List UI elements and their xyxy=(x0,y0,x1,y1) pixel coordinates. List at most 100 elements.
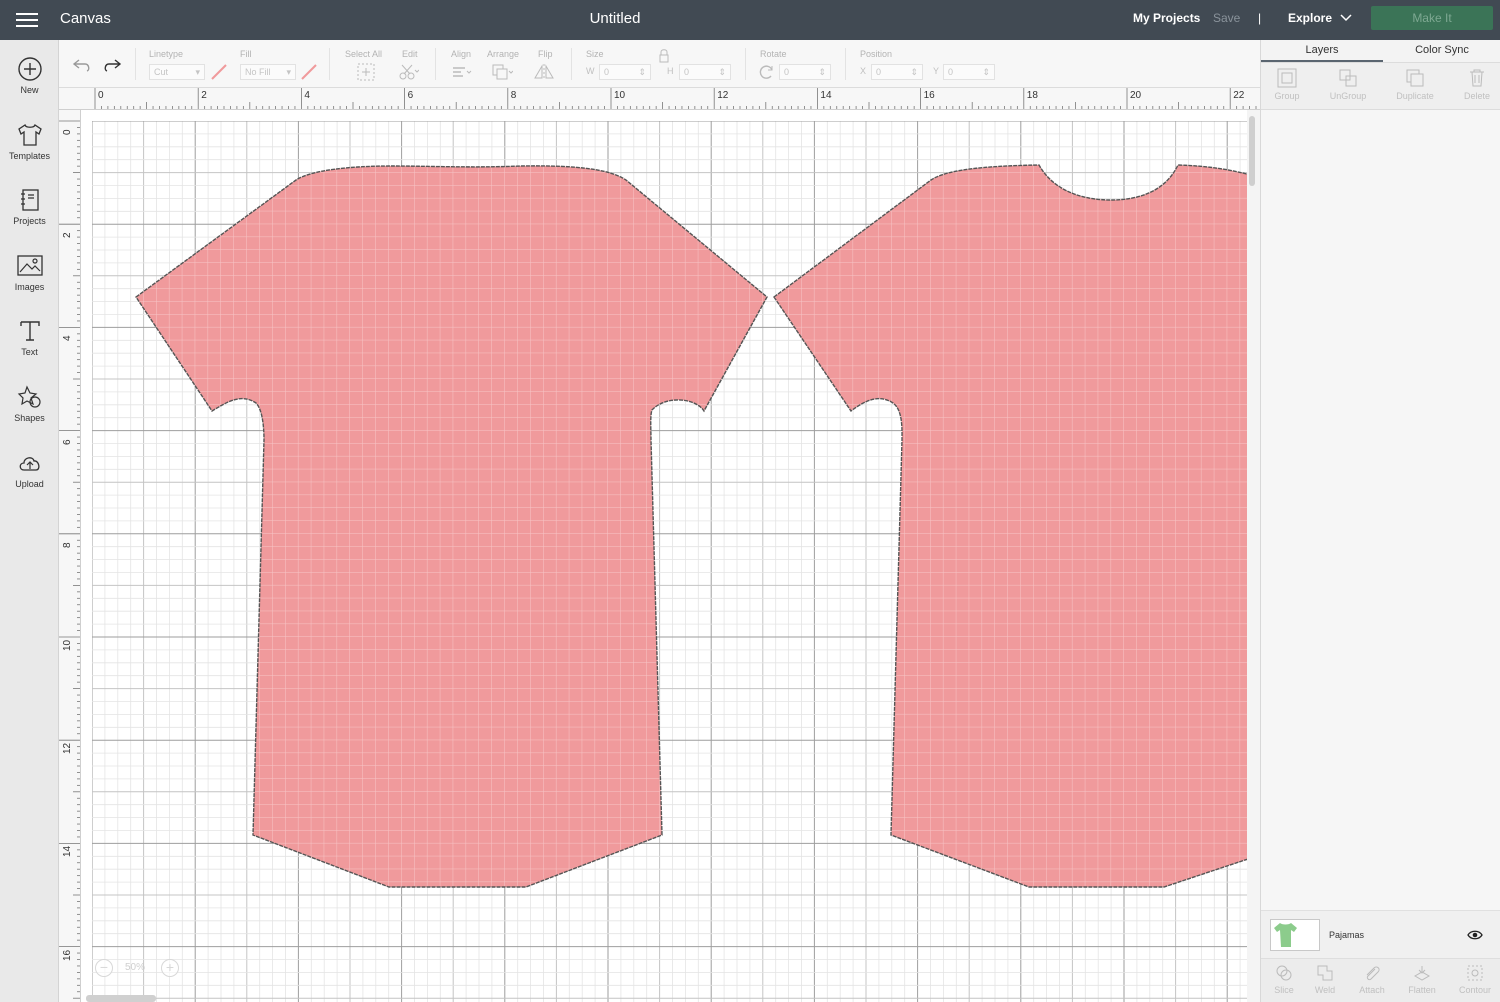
ruler-left-label: 6 xyxy=(62,439,73,445)
design-canvas[interactable] xyxy=(81,110,1247,1002)
ungroup-icon xyxy=(1339,69,1357,87)
ruler-left: 0 2 4 6 8 10 12 14 16 xyxy=(59,110,81,1002)
ruler-left-label: 4 xyxy=(62,335,73,342)
linetype-color-swatch-icon[interactable] xyxy=(209,62,231,82)
linetype-label: Linetype xyxy=(149,49,184,59)
hamburger-menu-icon[interactable] xyxy=(14,9,40,31)
edit-scissors-icon[interactable] xyxy=(397,62,419,82)
y-value: 0 xyxy=(948,67,954,77)
size-label: Size xyxy=(586,49,604,59)
align-label: Align xyxy=(451,49,472,59)
ruler-left-label: 16 xyxy=(62,949,73,961)
y-position-input[interactable]: 0 ⇕ xyxy=(943,64,995,80)
attach-button[interactable]: Attach xyxy=(1349,963,1395,995)
y-label: Y xyxy=(933,66,940,76)
sidebar-item-label: Templates xyxy=(8,151,51,161)
width-input[interactable]: 0 ⇕ xyxy=(599,64,651,80)
undo-icon[interactable] xyxy=(71,54,93,74)
x-value: 0 xyxy=(876,67,882,77)
ruler-left-label: 10 xyxy=(62,639,73,651)
layers-list-area xyxy=(1261,110,1500,910)
stepper-icon: ⇕ xyxy=(910,67,918,77)
group-label: Group xyxy=(1274,91,1300,101)
stepper-icon: ⇕ xyxy=(982,67,990,77)
contour-button[interactable]: Contour xyxy=(1452,963,1498,995)
ruler-top-label: 0 xyxy=(98,90,104,101)
vertical-scrollbar[interactable] xyxy=(1247,110,1260,1002)
group-button[interactable]: Group xyxy=(1257,67,1317,107)
sidebar-item-text[interactable]: Text xyxy=(0,318,59,374)
explore-menu[interactable]: Explore xyxy=(1288,11,1332,25)
weld-button[interactable]: Weld xyxy=(1302,963,1348,995)
layer-name: Pajamas xyxy=(1329,930,1365,940)
image-icon xyxy=(16,255,43,276)
duplicate-icon xyxy=(1406,69,1424,87)
rotate-input[interactable]: 0 ⇕ xyxy=(779,64,831,80)
layer-item[interactable]: Pajamas xyxy=(1261,910,1500,958)
tshirt-icon xyxy=(17,123,42,146)
edit-label: Edit xyxy=(402,49,418,59)
align-icon[interactable] xyxy=(451,62,473,82)
ruler-top: 0 2 4 6 8 10 12 14 16 18 20 22 xyxy=(59,88,1260,110)
flatten-label: Flatten xyxy=(1408,985,1436,995)
delete-label: Delete xyxy=(1463,91,1490,101)
flip-icon[interactable] xyxy=(533,62,555,82)
ruler-top-ticks xyxy=(94,88,1257,109)
delete-button[interactable]: Delete xyxy=(1447,67,1500,107)
shirt-front-shape[interactable] xyxy=(135,165,768,888)
ruler-top-label: 18 xyxy=(1026,90,1038,101)
shirt-back-shape[interactable] xyxy=(773,164,1247,888)
my-projects-link[interactable]: My Projects xyxy=(1133,11,1200,25)
fill-color-swatch-icon[interactable] xyxy=(299,62,321,82)
linetype-select[interactable]: Cut ▾ xyxy=(149,64,205,80)
scrollbar-thumb[interactable] xyxy=(1249,116,1255,186)
ruler-top-label: 20 xyxy=(1130,90,1142,101)
select-all-label: Select All xyxy=(345,49,383,59)
sidebar-item-projects[interactable]: Projects xyxy=(0,187,59,243)
sidebar-item-images[interactable]: Images xyxy=(0,253,59,309)
chevron-down-icon[interactable] xyxy=(1340,11,1352,23)
make-it-button[interactable]: Make It xyxy=(1371,6,1493,30)
sidebar-item-label: New xyxy=(20,85,39,95)
height-input[interactable]: 0 ⇕ xyxy=(679,64,731,80)
ungroup-button[interactable]: UnGroup xyxy=(1318,67,1378,107)
combine-tools: Slice Weld Attach Flatten Contour xyxy=(1261,958,1500,1002)
onesie-thumbnail-icon xyxy=(1274,923,1297,947)
arrange-icon[interactable] xyxy=(491,62,513,82)
flatten-button[interactable]: Flatten xyxy=(1399,963,1445,995)
horizontal-scrollbar-thumb[interactable] xyxy=(86,995,156,1002)
zoom-out-button[interactable]: − xyxy=(95,959,113,977)
save-link[interactable]: Save xyxy=(1213,11,1240,25)
tab-color-sync[interactable]: Color Sync xyxy=(1383,40,1500,62)
chevron-down-icon: ▾ xyxy=(286,67,291,77)
ruler-top-label: 4 xyxy=(304,90,310,101)
rotate-label: Rotate xyxy=(760,49,787,59)
duplicate-button[interactable]: Duplicate xyxy=(1385,67,1445,107)
sidebar-item-upload[interactable]: Upload xyxy=(0,450,59,506)
lock-icon[interactable] xyxy=(657,48,671,64)
slice-icon xyxy=(1276,965,1292,981)
contour-icon xyxy=(1467,965,1483,981)
zoom-in-button[interactable]: + xyxy=(161,959,179,977)
redo-icon[interactable] xyxy=(101,54,123,74)
sidebar-item-new[interactable]: New xyxy=(0,56,59,112)
slice-button[interactable]: Slice xyxy=(1261,963,1307,995)
ungroup-label: UnGroup xyxy=(1329,91,1367,101)
sidebar-item-templates[interactable]: Templates xyxy=(0,122,59,178)
sidebar-item-label: Upload xyxy=(15,479,44,489)
width-value: 0 xyxy=(604,67,610,77)
eye-icon[interactable] xyxy=(1467,929,1483,941)
layer-thumbnail xyxy=(1270,919,1320,951)
height-value: 0 xyxy=(684,67,690,77)
app-window: Canvas Untitled My Projects Save | Explo… xyxy=(0,0,1500,1002)
tab-layers[interactable]: Layers xyxy=(1261,40,1383,62)
ruler-top-label: 8 xyxy=(510,90,517,101)
select-all-icon[interactable] xyxy=(355,62,377,82)
layers-panel: Layers Color Sync Group UnGroup Duplicat… xyxy=(1260,40,1500,1002)
cloud-upload-icon xyxy=(19,457,40,471)
sidebar-item-shapes[interactable]: Shapes xyxy=(0,384,59,440)
header-divider: | xyxy=(1258,11,1262,25)
fill-select[interactable]: No Fill ▾ xyxy=(240,64,296,80)
document-title[interactable]: Untitled xyxy=(565,10,665,27)
x-position-input[interactable]: 0 ⇕ xyxy=(871,64,923,80)
